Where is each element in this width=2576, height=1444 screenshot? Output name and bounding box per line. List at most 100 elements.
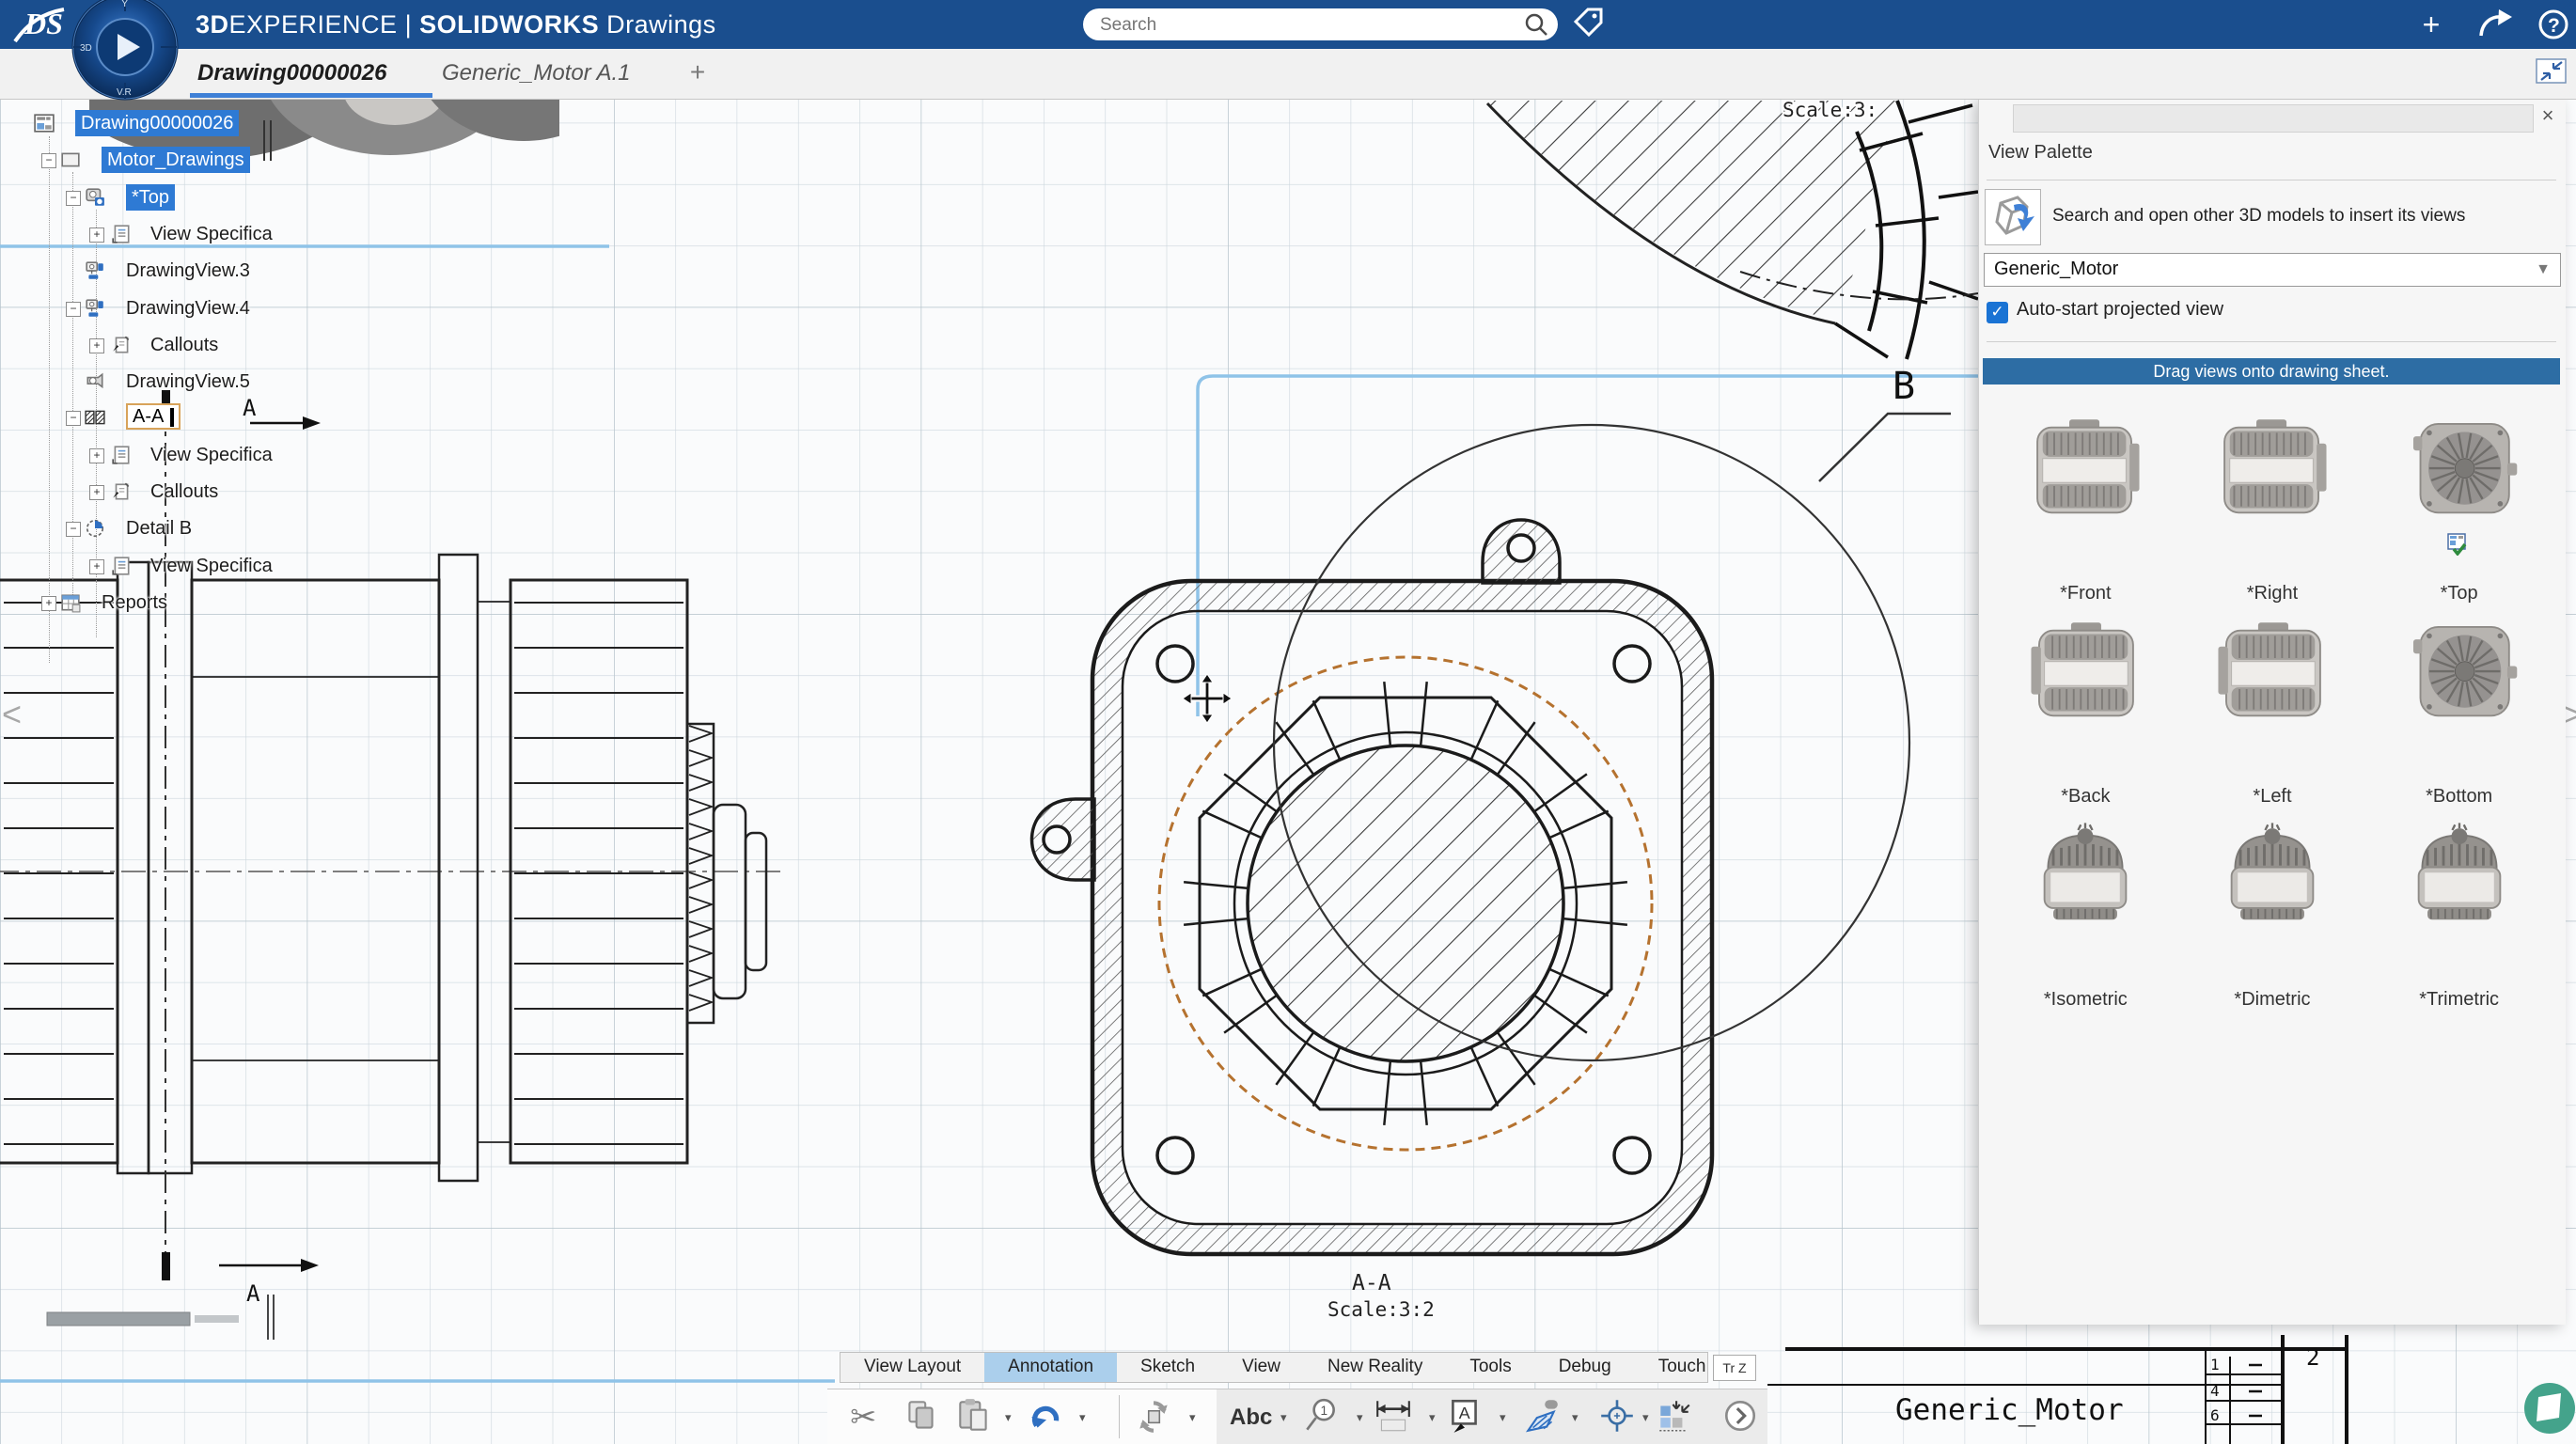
view-thumbnail-bottom[interactable]: *Bottom [2365,612,2552,815]
update-model-button[interactable] [1134,1396,1177,1439]
view-thumbnail-right[interactable]: *Right [2179,409,2366,612]
ribbon-tab-debug[interactable]: Debug [1535,1353,1635,1382]
detail-label: B [1893,365,1915,408]
expand-icon[interactable]: + [89,559,104,574]
tree-item-motor-drawings[interactable]: − Motor_Drawings [8,147,318,173]
tree-item-label[interactable]: View Specifica [150,553,273,579]
restore-window-icon[interactable] [2536,58,2568,85]
tree-item-view-specifica[interactable]: + View Specifica [8,553,318,579]
share-icon[interactable] [2476,8,2514,41]
tag-icon[interactable] [1572,7,1606,42]
expand-icon[interactable]: + [89,485,104,500]
section-view-A-A[interactable] [1032,520,1713,1254]
horizontal-scrollbar-thumb[interactable] [47,1312,190,1326]
help-icon[interactable]: ? [2537,8,2574,41]
canvas-left-chevron[interactable]: < [2,695,22,733]
ribbon-tab-sketch[interactable]: Sketch [1117,1353,1218,1382]
new-tab-button[interactable]: + [681,49,715,98]
palette-header-bar[interactable] [2013,104,2534,133]
tree-item-drawingview-5[interactable]: DrawingView.5 [8,369,318,395]
chevron-down-icon[interactable]: ▾ [1357,1410,1370,1425]
tree-item-label[interactable]: View Specifica [150,442,273,468]
chevron-down-icon[interactable]: ▾ [1005,1410,1018,1425]
center-mark-button[interactable] [1597,1396,1641,1439]
chevron-down-icon[interactable]: ▾ [1079,1410,1092,1425]
3dexperience-compass-icon[interactable]: Y 3D V.R [71,0,180,102]
cut-button[interactable]: ✂ [846,1396,889,1439]
tab-generic-motor[interactable]: Generic_Motor A.1 [442,49,631,98]
tree-item--top[interactable]: − *Top [8,184,318,211]
expand-icon[interactable]: + [89,228,104,243]
add-content-button[interactable]: + [2412,8,2450,41]
auto-start-checkbox[interactable]: ✓ [1987,302,2008,323]
ribbon-tab-view[interactable]: View [1218,1353,1304,1382]
paste-button[interactable] [954,1396,997,1439]
copy-button[interactable] [902,1396,945,1439]
tree-item-drawingview-3[interactable]: DrawingView.3 [8,258,318,284]
ribbon-tab-annotation[interactable]: Annotation [984,1353,1117,1382]
more-button[interactable] [1720,1396,1764,1439]
tree-item-label[interactable]: Callouts [150,479,218,505]
spell-check-button[interactable]: Abc [1230,1396,1273,1439]
expand-icon[interactable]: + [89,448,104,463]
view-thumbnail-dimetric[interactable]: *Dimetric [2179,815,2366,1018]
balloon-button[interactable]: 1 [1301,1396,1344,1439]
tree-item-drawingview-4[interactable]: − DrawingView.4 [8,295,318,322]
tree-item-label[interactable]: Motor_Drawings [102,147,250,173]
collapse-icon[interactable]: − [66,411,81,426]
smart-dimension-button[interactable] [1374,1396,1417,1439]
chevron-down-icon[interactable]: ▾ [1189,1410,1202,1425]
search-input[interactable] [1098,12,1497,39]
undo-button[interactable] [1026,1396,1069,1439]
tree-item-view-specifica[interactable]: + View Specifica [8,442,318,468]
tree-item-label[interactable]: DrawingView.5 [126,369,250,395]
tree-item-label[interactable]: Drawing00000026 [75,110,239,136]
view-thumbnail-trimetric[interactable]: *Trimetric [2365,815,2552,1018]
collapse-icon[interactable]: − [66,522,81,537]
tree-item-label[interactable]: Callouts [150,332,218,358]
tree-item-label[interactable]: DrawingView.3 [126,258,250,284]
ribbon-tab-view-layout[interactable]: View Layout [840,1353,984,1382]
tab-drawing00000026[interactable]: Drawing00000026 [197,49,386,98]
tree-item-label[interactable]: DrawingView.4 [126,295,250,322]
tree-item-label[interactable]: Detail B [126,515,192,542]
tree-item-label[interactable]: View Specifica [150,221,273,247]
chevron-down-icon[interactable]: ▾ [1642,1410,1656,1425]
collapse-icon[interactable]: − [66,302,81,317]
tree-item-label[interactable]: *Top [126,184,175,211]
browse-3d-models-button[interactable] [1985,189,2041,245]
view-thumbnail-left[interactable]: *Left [2179,612,2366,815]
tree-item-drawing00000026[interactable]: Drawing00000026 [8,110,318,136]
view-thumbnail-isometric[interactable]: *Isometric [1992,815,2179,1018]
tree-item-reports[interactable]: + Reports [8,589,318,616]
tree-item-detail-b[interactable]: − Detail B [8,515,318,542]
paste-icon [954,1396,994,1436]
close-icon[interactable]: × [2536,104,2560,129]
model-selector-dropdown[interactable]: Generic_Motor ▼ [1984,253,2561,287]
ribbon-tab-tools[interactable]: Tools [1446,1353,1534,1382]
view-thumbnail-top[interactable]: *Top [2365,409,2552,612]
expand-icon[interactable]: + [89,338,104,353]
tree-item-callouts[interactable]: + Callouts [8,479,318,505]
collapse-icon[interactable]: − [41,153,56,168]
search-icon[interactable] [1524,12,1548,37]
expand-icon[interactable]: + [41,596,56,611]
format-painter-button[interactable] [1521,1396,1564,1439]
chevron-down-icon[interactable]: ▾ [1280,1410,1294,1425]
chevron-down-icon[interactable]: ▾ [1500,1410,1513,1425]
tree-item-callouts[interactable]: + Callouts [8,332,318,358]
collapse-icon[interactable]: − [66,191,81,206]
tree-item-a-a[interactable]: − A-A [8,404,318,431]
chevron-down-icon[interactable]: ▾ [1429,1410,1442,1425]
view-thumbnail-back[interactable]: *Back [1992,612,2179,815]
tree-item-view-specifica[interactable]: + View Specifica [8,221,318,247]
horizontal-scrollbar-track[interactable] [195,1315,239,1323]
note-button[interactable]: A [1445,1396,1488,1439]
ribbon-tab-new-reality[interactable]: New Reality [1304,1353,1446,1382]
view-thumbnail-front[interactable]: *Front [1992,409,2179,612]
dassault-systemes-logo-icon[interactable]: DS [9,0,75,49]
chevron-down-icon[interactable]: ▾ [1572,1410,1585,1425]
tree-item-label[interactable]: Reports [102,589,167,616]
tables-button[interactable] [1655,1396,1698,1439]
tree-item-rename-input[interactable]: A-A [126,403,181,430]
